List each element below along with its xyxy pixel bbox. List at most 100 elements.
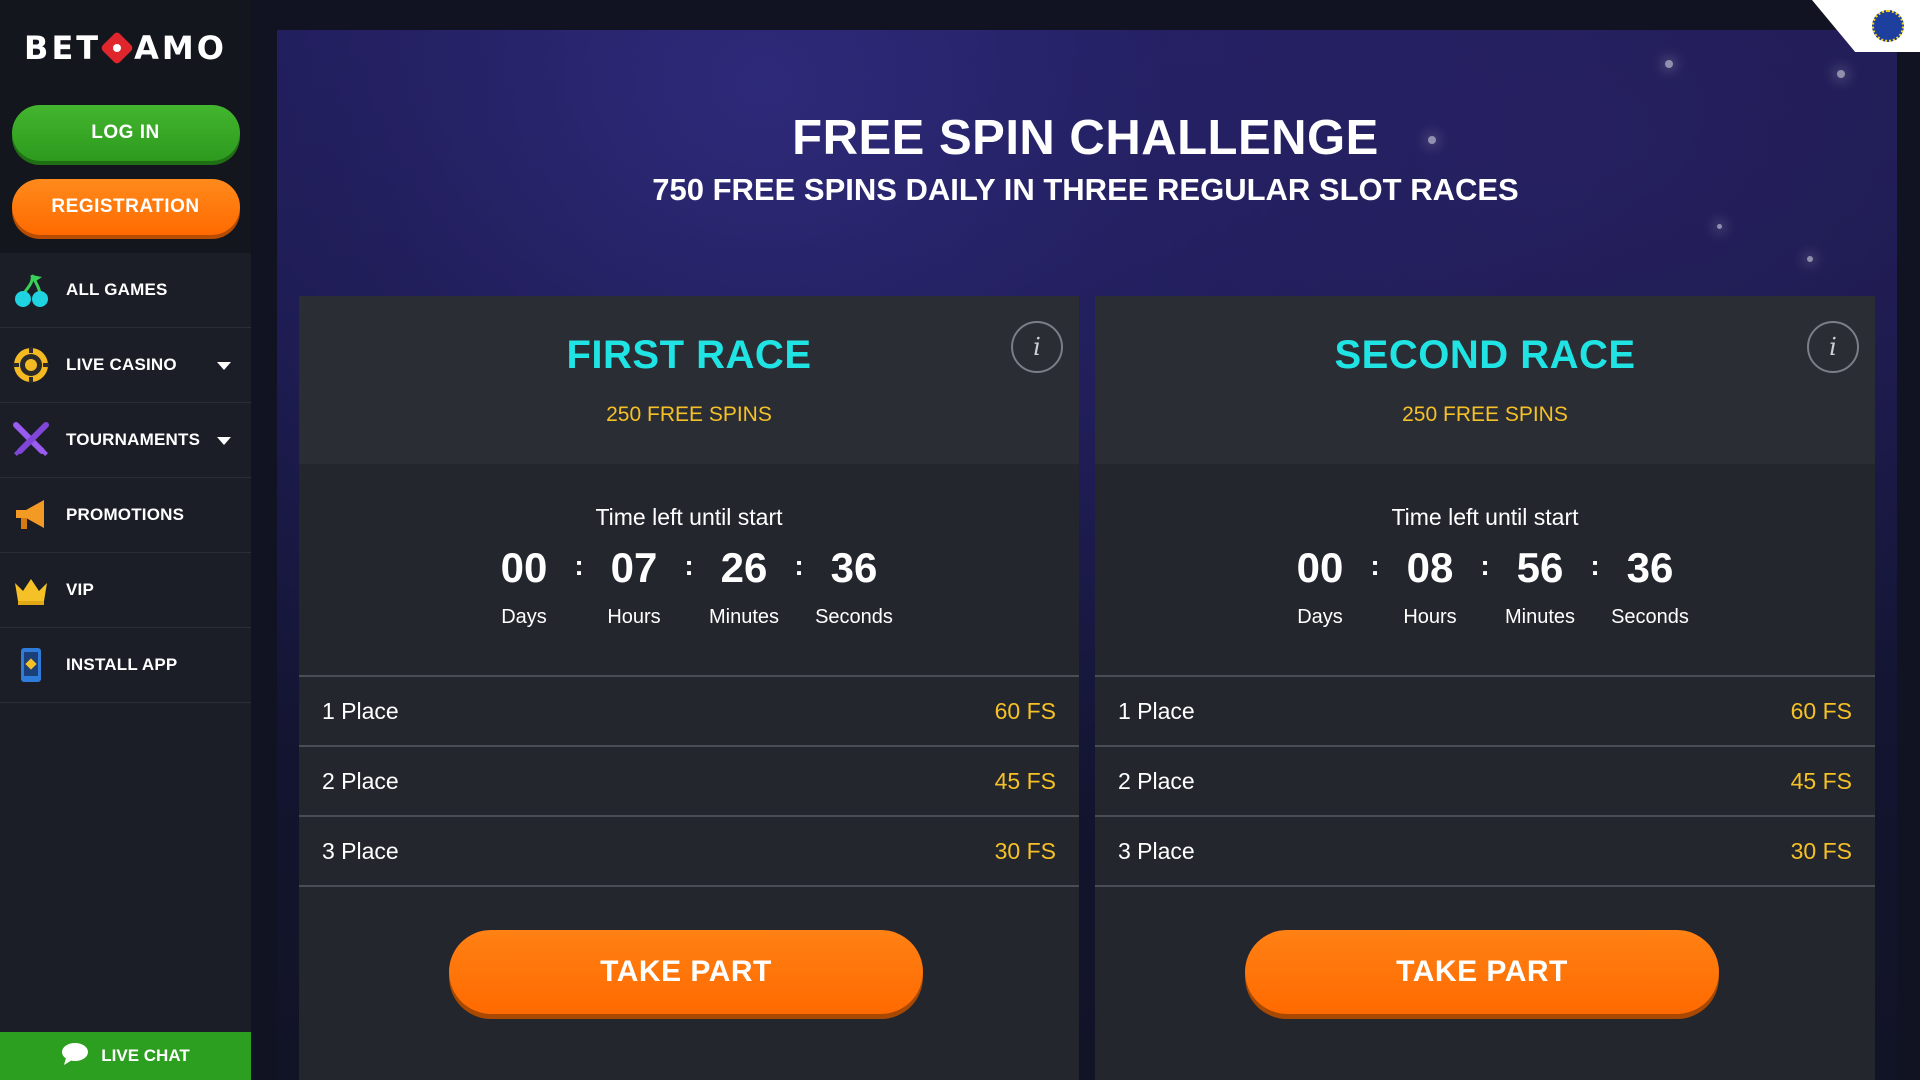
logo-text-left: BET xyxy=(24,29,102,67)
sidebar: BET AMO LOG IN REGISTRATION ALL GAMES LI… xyxy=(0,0,251,1080)
dice-logo-icon xyxy=(100,31,135,65)
countdown-seconds: 36 Seconds xyxy=(1602,544,1698,629)
place-prize: 30 FS xyxy=(994,837,1056,864)
race-title: SECOND RACE xyxy=(1334,333,1636,377)
place-prize: 45 FS xyxy=(994,767,1056,794)
countdown-seconds-caption: Seconds xyxy=(815,606,893,628)
prize-row: 2 Place 45 FS xyxy=(1095,747,1875,817)
countdown-hours-caption: Hours xyxy=(607,606,661,628)
countdown-days: 00 Days xyxy=(1272,544,1368,629)
sidebar-item-label: VIP xyxy=(66,580,95,599)
race-card-first: FIRST RACE 250 FREE SPINS i Time left un… xyxy=(299,296,1079,1080)
race-prize: 250 FREE SPINS xyxy=(1402,403,1568,426)
countdown-days-caption: Days xyxy=(501,606,547,628)
sidebar-item-install-app[interactable]: INSTALL APP xyxy=(0,628,251,703)
star-decoration xyxy=(1807,256,1813,262)
cherries-icon xyxy=(12,271,50,309)
sidebar-item-label: PROMOTIONS xyxy=(66,505,185,524)
countdown-separator: : xyxy=(1590,550,1600,581)
sidebar-item-tournaments[interactable]: TOURNAMENTS xyxy=(0,403,251,478)
prize-row: 1 Place 60 FS xyxy=(1095,677,1875,747)
crown-icon xyxy=(12,571,50,609)
sidebar-item-vip[interactable]: VIP xyxy=(0,553,251,628)
countdown-hours-value: 07 xyxy=(610,544,658,591)
race-card-second: SECOND RACE 250 FREE SPINS i Time left u… xyxy=(1095,296,1875,1080)
countdown-seconds-value: 36 xyxy=(830,544,878,591)
place-label: 1 Place xyxy=(1118,697,1195,724)
sidebar-header: BET AMO LOG IN REGISTRATION xyxy=(0,0,251,253)
place-prize: 30 FS xyxy=(1790,837,1852,864)
prize-table: 1 Place 60 FS 2 Place 45 FS 3 Place 30 F… xyxy=(299,675,1079,887)
timer-label: Time left until start xyxy=(1391,504,1579,530)
sidebar-item-all-games[interactable]: ALL GAMES xyxy=(0,253,251,328)
countdown-days-caption: Days xyxy=(1297,606,1343,628)
place-prize: 60 FS xyxy=(994,697,1056,724)
prize-row: 1 Place 60 FS xyxy=(299,677,1079,747)
race-title: FIRST RACE xyxy=(566,333,812,377)
place-label: 1 Place xyxy=(322,697,399,724)
star-decoration xyxy=(1665,60,1673,68)
sidebar-item-label: ALL GAMES xyxy=(66,280,168,299)
countdown-hours-value: 08 xyxy=(1406,544,1454,591)
countdown-seconds: 36 Seconds xyxy=(806,544,902,629)
prize-row: 3 Place 30 FS xyxy=(1095,817,1875,887)
sidebar-item-promotions[interactable]: PROMOTIONS xyxy=(0,478,251,553)
countdown-minutes-caption: Minutes xyxy=(708,606,780,628)
place-prize: 60 FS xyxy=(1790,697,1852,724)
eu-flag-icon[interactable] xyxy=(1872,10,1904,42)
place-label: 3 Place xyxy=(322,837,399,864)
countdown-separator: : xyxy=(684,550,694,581)
crossed-swords-icon xyxy=(12,421,50,459)
countdown: 00 Days : 08 Hours : 56 Minutes : 36 Sec… xyxy=(1095,544,1875,629)
sidebar-item-live-casino[interactable]: LIVE CASINO xyxy=(0,328,251,403)
countdown-days-value: 00 xyxy=(1296,544,1344,591)
countdown-separator: : xyxy=(1370,550,1380,581)
logo[interactable]: BET AMO xyxy=(0,26,251,70)
casino-chip-icon xyxy=(12,346,50,384)
prize-table: 1 Place 60 FS 2 Place 45 FS 3 Place 30 F… xyxy=(1095,675,1875,887)
star-decoration xyxy=(1837,70,1845,78)
countdown-minutes: 26 Minutes xyxy=(696,544,792,629)
countdown-hours-caption: Hours xyxy=(1403,606,1457,628)
countdown-hours: 07 Hours xyxy=(586,544,682,629)
live-chat-button[interactable]: LIVE CHAT xyxy=(0,1032,251,1080)
chevron-down-icon[interactable] xyxy=(217,437,231,445)
live-chat-label: LIVE CHAT xyxy=(101,1046,190,1065)
main-content: FREE SPIN CHALLENGE 750 FREE SPINS DAILY… xyxy=(251,0,1920,1080)
place-label: 2 Place xyxy=(1118,767,1195,794)
logo-text-right: AMO xyxy=(134,29,227,67)
place-label: 3 Place xyxy=(1118,837,1195,864)
sidebar-nav: ALL GAMES LIVE CASINO TOURNAMENTS PROMOT… xyxy=(0,253,251,703)
countdown-seconds-caption: Seconds xyxy=(1611,606,1689,628)
login-button[interactable]: LOG IN xyxy=(11,105,240,161)
place-label: 2 Place xyxy=(322,767,399,794)
prize-row: 3 Place 30 FS xyxy=(299,817,1079,887)
countdown: 00 Days : 07 Hours : 26 Minutes : 36 Sec… xyxy=(299,544,1079,629)
timer-label: Time left until start xyxy=(595,504,783,530)
sidebar-item-label: TOURNAMENTS xyxy=(66,430,201,449)
race-prize: 250 FREE SPINS xyxy=(606,403,772,426)
countdown-days: 00 Days xyxy=(476,544,572,629)
page-title: FREE SPIN CHALLENGE xyxy=(792,111,1379,165)
page-subtitle: 750 FREE SPINS DAILY IN THREE REGULAR SL… xyxy=(652,172,1519,207)
sidebar-item-label: LIVE CASINO xyxy=(66,355,177,374)
countdown-separator: : xyxy=(574,550,584,581)
phone-app-icon xyxy=(12,646,50,684)
registration-button[interactable]: REGISTRATION xyxy=(11,179,240,235)
chat-bubble-icon xyxy=(61,1042,89,1071)
countdown-minutes-value: 26 xyxy=(720,544,768,591)
race-card-header: FIRST RACE 250 FREE SPINS i xyxy=(299,296,1079,464)
countdown-panel: Time left until start 00 Days : 08 Hours… xyxy=(1095,464,1875,675)
countdown-panel: Time left until start 00 Days : 07 Hours… xyxy=(299,464,1079,675)
take-part-button[interactable]: TAKE PART xyxy=(449,930,923,1014)
chevron-down-icon[interactable] xyxy=(217,362,231,370)
countdown-minutes: 56 Minutes xyxy=(1492,544,1588,629)
countdown-hours: 08 Hours xyxy=(1382,544,1478,629)
countdown-separator: : xyxy=(1480,550,1490,581)
info-icon[interactable]: i xyxy=(1807,321,1859,373)
take-part-button[interactable]: TAKE PART xyxy=(1245,930,1719,1014)
megaphone-icon xyxy=(12,496,50,534)
prize-row: 2 Place 45 FS xyxy=(299,747,1079,817)
info-icon[interactable]: i xyxy=(1011,321,1063,373)
place-prize: 45 FS xyxy=(1790,767,1852,794)
